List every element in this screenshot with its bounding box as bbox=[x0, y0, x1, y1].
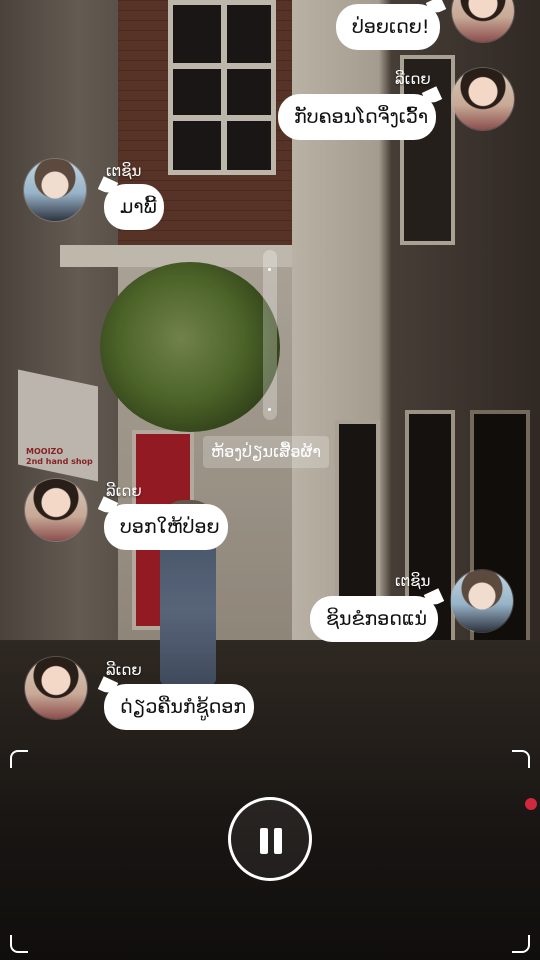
message-bubble: ກັບຄອນໂດຈຶ່ງເວົ້າ bbox=[278, 94, 436, 140]
avatar bbox=[25, 657, 87, 719]
message-bubble: ມາພີ້ bbox=[104, 184, 164, 230]
avatar bbox=[24, 159, 86, 221]
message-bubble: ບອກໃຫ້ປ່ອຍ bbox=[104, 504, 228, 550]
sender-name: ລີເດຍ bbox=[395, 70, 431, 88]
sender-name: ລີເດຍ bbox=[106, 482, 142, 500]
avatar bbox=[451, 570, 513, 632]
frame-corner-bottom-left bbox=[10, 935, 28, 953]
sender-name: ລີເດຍ bbox=[106, 661, 142, 679]
message-bubble: ດ່ຽວຄືນກໍຊູ້ດອກ bbox=[104, 684, 254, 730]
pause-button[interactable] bbox=[228, 797, 312, 881]
scroll-indicator[interactable] bbox=[263, 250, 277, 420]
frame-corner-top-right bbox=[512, 750, 530, 768]
frame-corner-top-left bbox=[10, 750, 28, 768]
message-bubble: ຊິນຂໍກອດແນ່ bbox=[310, 596, 438, 642]
record-indicator bbox=[525, 798, 537, 810]
sender-name: ເຕຊິນ bbox=[395, 572, 431, 590]
location-tag: ຫ້ອງປ່ຽນເສື້ອຜ້າ bbox=[203, 436, 330, 468]
sender-name: ເຕຊິນ bbox=[106, 162, 142, 180]
avatar bbox=[452, 68, 514, 130]
message-bubble: ປ່ອຍເດຍ! bbox=[336, 4, 440, 50]
frame-corner-bottom-right bbox=[512, 935, 530, 953]
avatar bbox=[25, 479, 87, 541]
